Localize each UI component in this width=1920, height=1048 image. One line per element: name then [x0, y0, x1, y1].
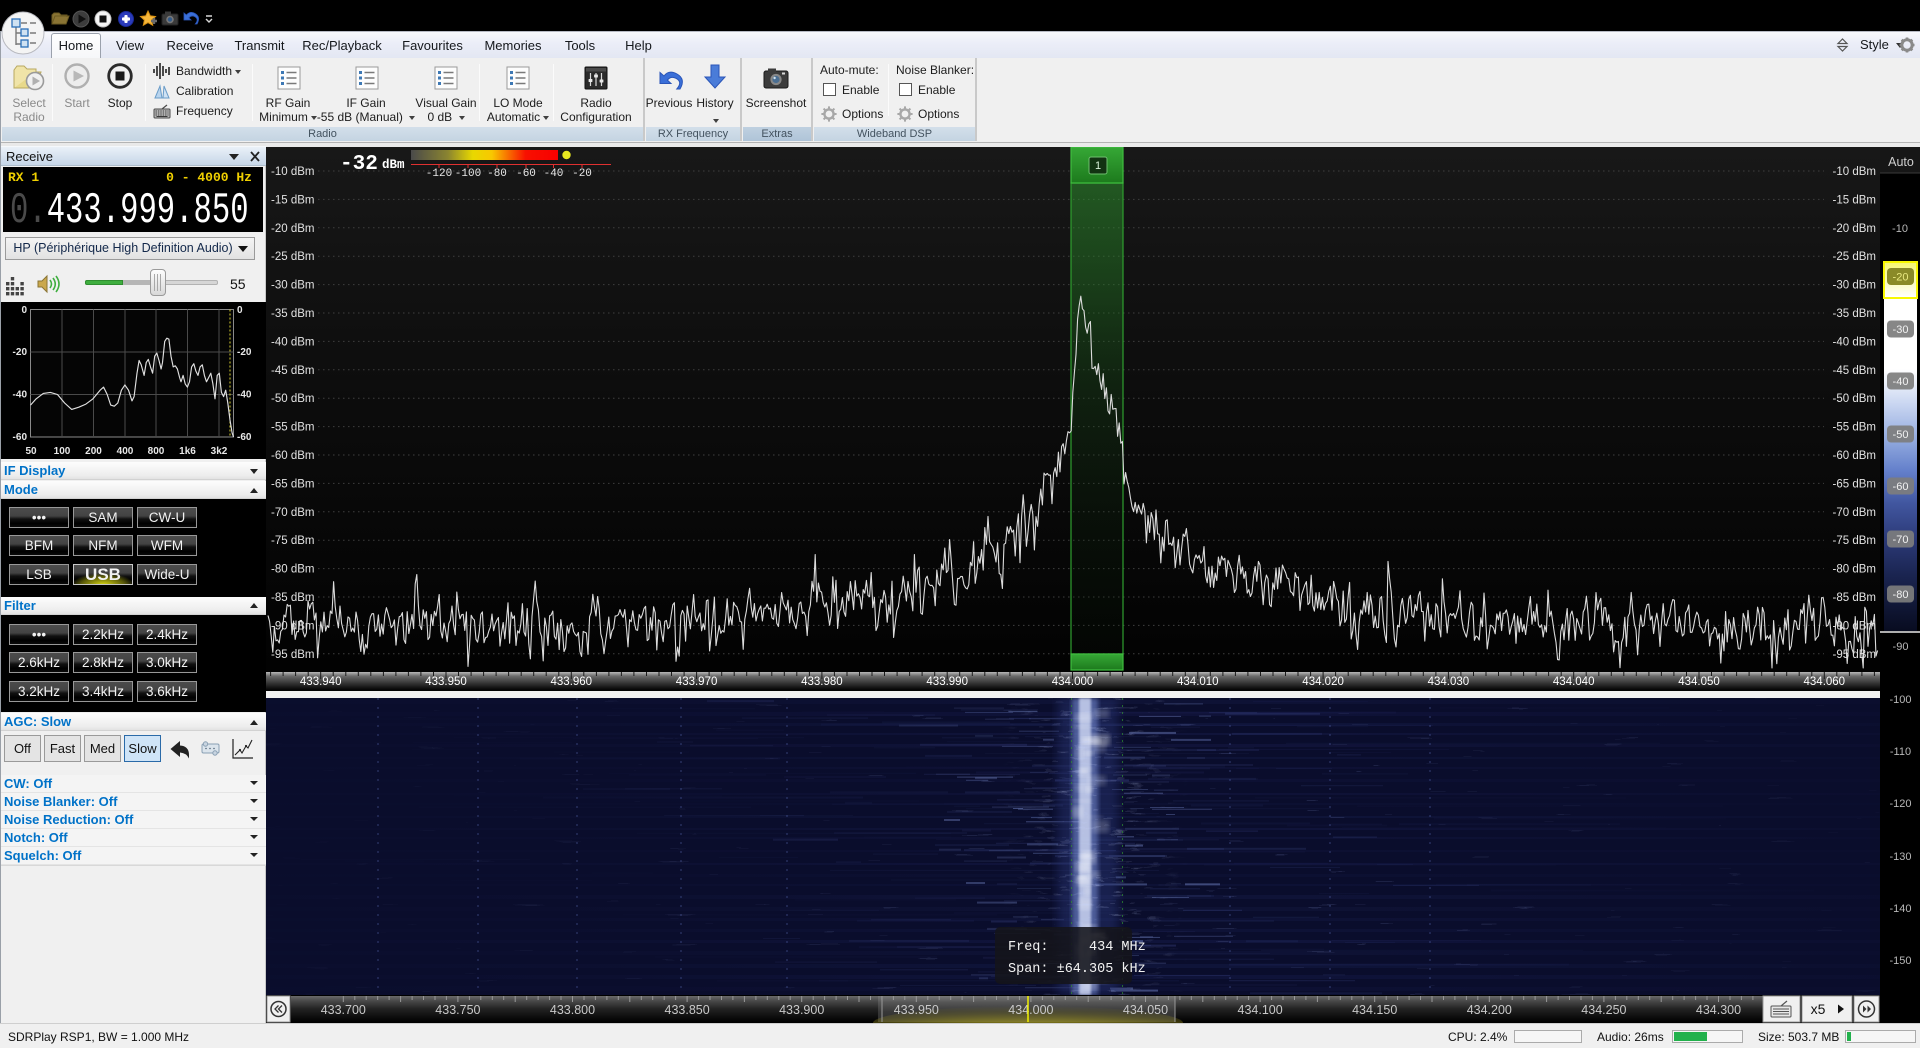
svg-text:-100: -100 [1889, 694, 1911, 706]
svg-text:-85 dBm: -85 dBm [271, 592, 314, 604]
svg-text:-40: -40 [13, 390, 28, 401]
svg-text:-80: -80 [487, 168, 507, 180]
svg-text:433.700: 433.700 [321, 1003, 366, 1017]
svg-text:-20: -20 [237, 347, 252, 358]
svg-text:434.250: 434.250 [1581, 1003, 1626, 1017]
svg-text:-30: -30 [1893, 324, 1909, 336]
svg-text:434.100: 434.100 [1238, 1003, 1283, 1017]
svg-text:0: 0 [237, 305, 243, 316]
svg-text:434.150: 434.150 [1352, 1003, 1397, 1017]
svg-text:-55 dBm: -55 dBm [1833, 422, 1876, 434]
svg-text:dBm: dBm [382, 158, 405, 172]
svg-text:-32: -32 [340, 153, 378, 176]
svg-text:-130: -130 [1889, 851, 1911, 863]
svg-text:-90 dBm: -90 dBm [271, 620, 314, 632]
svg-text:-10: -10 [1892, 223, 1908, 235]
svg-text:-35 dBm: -35 dBm [271, 308, 314, 320]
svg-text:-80 dBm: -80 dBm [1833, 564, 1876, 576]
svg-text:-40: -40 [1893, 376, 1909, 388]
svg-text:-120: -120 [426, 168, 452, 180]
svg-text:200: 200 [85, 446, 102, 457]
svg-text:Freq: 434 MHz: Freq: 434 MHz [1008, 940, 1146, 955]
svg-text:-20 dBm: -20 dBm [271, 223, 314, 235]
svg-text:-60: -60 [237, 432, 252, 443]
svg-text:-80: -80 [1893, 589, 1909, 601]
svg-text:-10 dBm: -10 dBm [1833, 166, 1876, 178]
svg-text:-50: -50 [1893, 429, 1909, 441]
svg-text:-60 dBm: -60 dBm [1833, 450, 1876, 462]
svg-text:-90: -90 [1893, 641, 1909, 653]
svg-text:434.200: 434.200 [1467, 1003, 1512, 1017]
svg-text:-85 dBm: -85 dBm [1833, 592, 1876, 604]
svg-text:Auto: Auto [1888, 155, 1914, 169]
svg-text:Span: ±64.305 kHz: Span: ±64.305 kHz [1008, 962, 1146, 977]
svg-text:-45 dBm: -45 dBm [1833, 365, 1876, 377]
svg-text:x5: x5 [1811, 1001, 1826, 1017]
svg-text:400: 400 [117, 446, 134, 457]
svg-text:-95 dBm: -95 dBm [1833, 649, 1876, 661]
svg-text:434.300: 434.300 [1696, 1003, 1741, 1017]
svg-text:0: 0 [21, 305, 27, 316]
svg-text:433.900: 433.900 [779, 1003, 824, 1017]
svg-text:1k6: 1k6 [179, 446, 196, 457]
svg-text:-15 dBm: -15 dBm [271, 194, 314, 206]
svg-text:-15 dBm: -15 dBm [1833, 194, 1876, 206]
svg-text:-40: -40 [544, 168, 564, 180]
svg-text:-65 dBm: -65 dBm [1833, 478, 1876, 490]
svg-text:-90 dBm: -90 dBm [1833, 620, 1876, 632]
svg-text:-30 dBm: -30 dBm [271, 280, 314, 292]
svg-text:-20: -20 [572, 168, 592, 180]
svg-text:-140: -140 [1889, 903, 1911, 915]
svg-text:-150: -150 [1889, 955, 1911, 967]
svg-text:-25 dBm: -25 dBm [271, 251, 314, 263]
svg-text:433.950: 433.950 [894, 1003, 939, 1017]
svg-text:-65 dBm: -65 dBm [271, 478, 314, 490]
svg-text:-10 dBm: -10 dBm [271, 166, 314, 178]
svg-text:-60: -60 [516, 168, 536, 180]
svg-text:-95 dBm: -95 dBm [271, 649, 314, 661]
svg-text:-20: -20 [1893, 272, 1909, 284]
svg-text:-25 dBm: -25 dBm [1833, 251, 1876, 263]
svg-text:-30 dBm: -30 dBm [1833, 280, 1876, 292]
svg-text:3k2: 3k2 [211, 446, 228, 457]
svg-text:-70 dBm: -70 dBm [271, 507, 314, 519]
svg-text:-110: -110 [1890, 746, 1911, 758]
svg-text:-40 dBm: -40 dBm [1833, 336, 1876, 348]
svg-text:100: 100 [54, 446, 71, 457]
svg-text:-20: -20 [13, 347, 28, 358]
svg-text:-60: -60 [1893, 481, 1909, 493]
svg-text:50: 50 [25, 446, 37, 457]
svg-text:-100: -100 [455, 168, 481, 180]
svg-text:-120: -120 [1889, 798, 1911, 810]
svg-text:800: 800 [148, 446, 165, 457]
svg-text:-70: -70 [1893, 534, 1909, 546]
svg-text:Style: Style [1860, 37, 1889, 52]
svg-text:-75 dBm: -75 dBm [1833, 535, 1876, 547]
svg-text:-20 dBm: -20 dBm [1833, 223, 1876, 235]
svg-text:-75 dBm: -75 dBm [271, 535, 314, 547]
svg-text:-40: -40 [237, 390, 252, 401]
svg-text:-40 dBm: -40 dBm [271, 336, 314, 348]
svg-text:-35 dBm: -35 dBm [1833, 308, 1876, 320]
svg-text:1: 1 [1095, 160, 1101, 172]
svg-text:-45 dBm: -45 dBm [271, 365, 314, 377]
svg-text:433.750: 433.750 [435, 1003, 480, 1017]
svg-text:-80 dBm: -80 dBm [271, 564, 314, 576]
svg-text:434.000: 434.000 [1008, 1003, 1053, 1017]
svg-text:434.050: 434.050 [1123, 1003, 1168, 1017]
svg-text:-60 dBm: -60 dBm [271, 450, 314, 462]
svg-text:-50 dBm: -50 dBm [271, 393, 314, 405]
svg-text:-70 dBm: -70 dBm [1833, 507, 1876, 519]
svg-text:-60: -60 [13, 432, 28, 443]
svg-text:-50 dBm: -50 dBm [1833, 393, 1876, 405]
svg-text:-55 dBm: -55 dBm [271, 422, 314, 434]
svg-text:433.800: 433.800 [550, 1003, 595, 1017]
svg-text:433.850: 433.850 [665, 1003, 710, 1017]
